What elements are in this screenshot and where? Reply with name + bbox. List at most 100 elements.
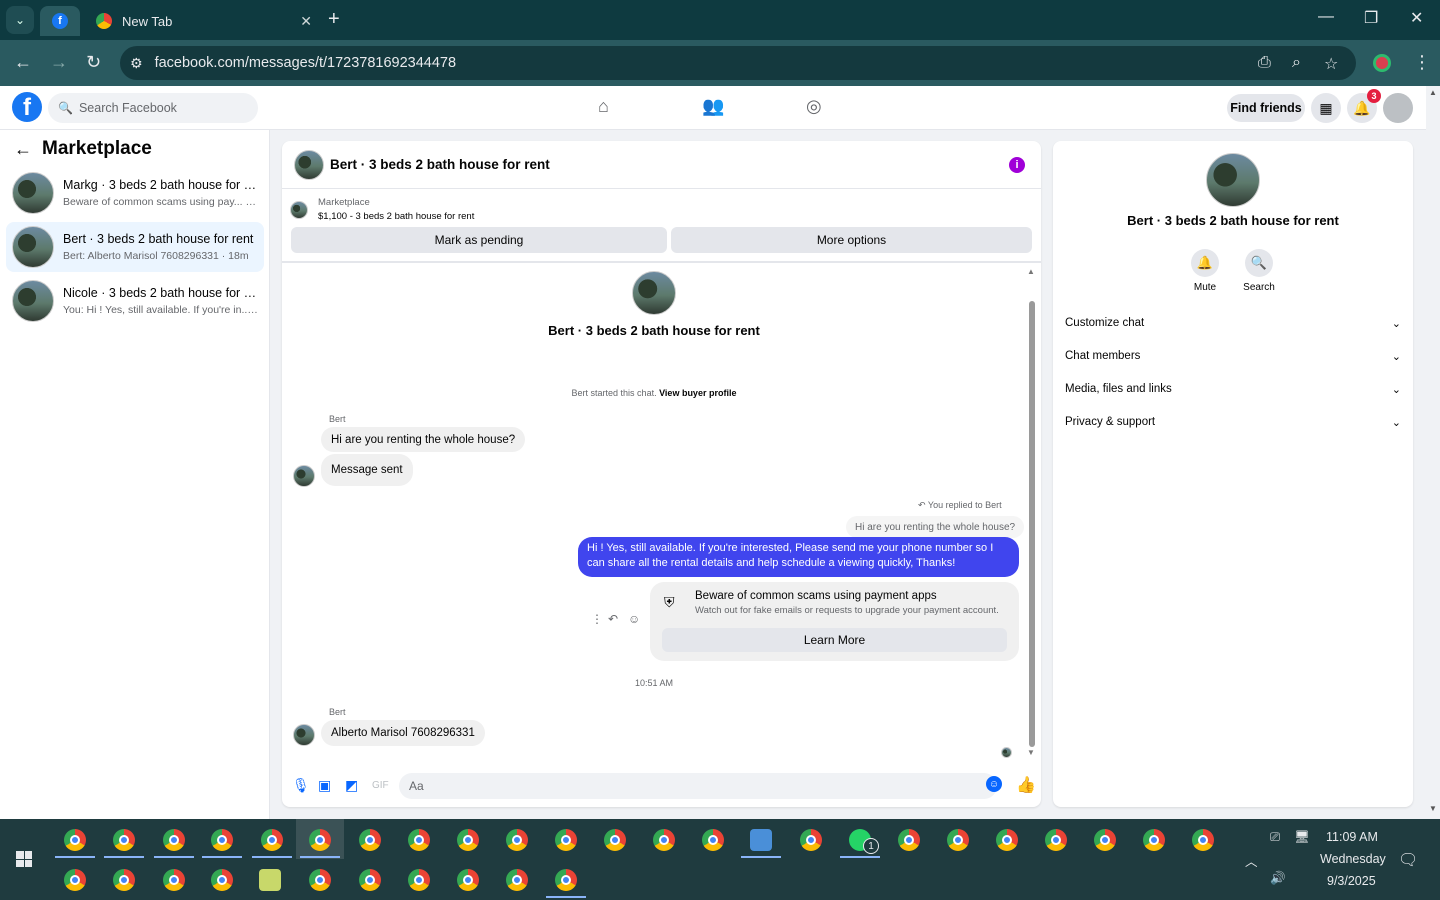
chrome-icon[interactable] <box>457 829 479 851</box>
clock-date[interactable]: 9/3/2025 <box>1327 874 1376 888</box>
chrome-icon[interactable] <box>506 829 528 851</box>
chrome-icon[interactable] <box>653 829 675 851</box>
chrome-icon[interactable] <box>211 869 233 891</box>
chrome-icon[interactable] <box>113 829 135 851</box>
keyboard-app-icon[interactable] <box>750 829 772 851</box>
account-avatar[interactable] <box>1383 93 1413 123</box>
chrome-icon[interactable] <box>1192 829 1214 851</box>
info-icon[interactable]: i <box>1009 157 1025 173</box>
chrome-icon[interactable] <box>309 829 331 851</box>
sticker-icon[interactable]: ◩ <box>345 777 358 794</box>
gif-icon[interactable]: GIF <box>372 780 389 791</box>
chrome-icon[interactable] <box>113 869 135 891</box>
chat-scrollbar[interactable]: ▲ ▼ <box>1027 265 1037 759</box>
customize-chat-row[interactable]: Customize chat ⌄ <box>1065 313 1401 333</box>
react-emoji-icon[interactable]: ☺ <box>628 612 640 626</box>
tray-overflow-icon[interactable]: ︿ <box>1245 851 1258 870</box>
omnibox[interactable]: ⚙ facebook.com/messages/t/17237816923444… <box>120 46 1356 80</box>
scroll-up-icon[interactable]: ▲ <box>1429 88 1437 97</box>
chat-avatar[interactable] <box>294 149 324 180</box>
message-input[interactable]: Aa <box>399 773 997 799</box>
tab-search-button[interactable]: ⌄ <box>6 6 34 34</box>
more-options-button[interactable]: More options <box>671 227 1032 253</box>
minimize-icon[interactable]: — <box>1318 8 1334 26</box>
zoom-icon[interactable]: ⌕ <box>1292 54 1301 72</box>
quoted-message[interactable]: Hi are you renting the whole house? <box>846 516 1025 538</box>
tab-new-tab[interactable]: New Tab ✕ <box>84 6 322 36</box>
chrome-icon[interactable] <box>211 829 233 851</box>
chrome-icon[interactable] <box>163 869 185 891</box>
outgoing-message[interactable]: Hi ! Yes, still available. If you're int… <box>578 537 1019 577</box>
chrome-icon[interactable] <box>506 869 528 891</box>
back-arrow-icon[interactable]: ← <box>14 139 32 160</box>
conversation-item[interactable]: Bert · 3 beds 2 bath house for rent Bert… <box>6 222 264 272</box>
facebook-search-input[interactable]: 🔍 Search Facebook <box>48 93 258 123</box>
chrome-icon[interactable] <box>359 869 381 891</box>
clock-time[interactable]: 11:09 AM <box>1326 830 1378 844</box>
facebook-logo-icon[interactable]: f <box>12 92 42 122</box>
profile-icon[interactable] <box>1373 54 1391 72</box>
scroll-down-icon[interactable]: ▼ <box>1027 748 1035 757</box>
forward-icon[interactable]: → <box>50 52 68 73</box>
clock-day[interactable]: Wednesday <box>1320 852 1386 866</box>
notification-center-icon[interactable]: 🗨 <box>1398 850 1418 870</box>
bookmark-star-icon[interactable]: ☆ <box>1324 54 1338 74</box>
search-conversation-button[interactable]: 🔍 Search <box>1239 249 1279 293</box>
network-icon[interactable]: 🖥 <box>1294 830 1310 845</box>
listing-summary[interactable]: Marketplace $1,100 - 3 beds 2 bath house… <box>290 197 474 222</box>
menu-grid-icon[interactable]: ▦ <box>1311 93 1341 123</box>
install-app-icon[interactable]: ⎙ <box>1258 54 1271 72</box>
page-scrollbar[interactable]: ▲ ▼ <box>1426 86 1440 819</box>
chrome-icon[interactable] <box>408 829 430 851</box>
chrome-icon[interactable] <box>555 869 577 891</box>
groups-icon[interactable]: ◎ <box>806 96 822 117</box>
view-buyer-profile-link[interactable]: View buyer profile <box>659 388 736 398</box>
close-icon[interactable]: ✕ <box>300 13 312 30</box>
chrome-icon[interactable] <box>261 829 283 851</box>
chrome-icon[interactable] <box>947 829 969 851</box>
reload-icon[interactable]: ↻ <box>86 52 101 73</box>
chrome-icon[interactable] <box>457 869 479 891</box>
chrome-icon[interactable] <box>702 829 724 851</box>
scroll-thumb[interactable] <box>1029 301 1035 747</box>
reply-icon[interactable]: ↶ <box>608 612 618 626</box>
learn-more-button[interactable]: Learn More <box>662 628 1007 652</box>
home-icon[interactable]: ⌂ <box>598 96 609 117</box>
chrome-icon[interactable] <box>64 869 86 891</box>
restore-icon[interactable]: ❐ <box>1364 8 1378 28</box>
windows-start-icon[interactable] <box>16 851 32 867</box>
thumbs-up-icon[interactable]: 👍 <box>1016 775 1036 795</box>
site-settings-icon[interactable]: ⚙ <box>130 55 143 72</box>
photo-icon[interactable]: ▣ <box>318 777 331 794</box>
incoming-message[interactable]: Hi are you renting the whole house? <box>321 427 526 452</box>
chrome-icon[interactable] <box>163 829 185 851</box>
chrome-icon[interactable] <box>996 829 1018 851</box>
mark-pending-button[interactable]: Mark as pending <box>291 227 667 253</box>
chrome-icon[interactable] <box>604 829 626 851</box>
microphone-icon[interactable]: 🎙 <box>292 777 310 794</box>
tab-facebook[interactable]: f <box>40 6 80 36</box>
scroll-down-icon[interactable]: ▼ <box>1429 804 1437 813</box>
chrome-icon[interactable] <box>800 829 822 851</box>
sender-avatar[interactable] <box>293 724 315 746</box>
chat-title[interactable]: Bert · 3 beds 2 bath house for rent <box>330 157 550 172</box>
chrome-icon[interactable] <box>555 829 577 851</box>
window-close-icon[interactable]: ✕ <box>1410 8 1423 28</box>
chrome-icon[interactable] <box>1143 829 1165 851</box>
chrome-icon[interactable] <box>898 829 920 851</box>
spreadsheet-app-icon[interactable] <box>259 869 281 891</box>
back-icon[interactable]: ← <box>14 52 32 73</box>
sender-avatar[interactable] <box>293 465 315 487</box>
privacy-support-row[interactable]: Privacy & support ⌄ <box>1065 412 1401 432</box>
chat-members-row[interactable]: Chat members ⌄ <box>1065 346 1401 366</box>
chrome-icon[interactable] <box>1045 829 1067 851</box>
scroll-up-icon[interactable]: ▲ <box>1027 267 1035 276</box>
emoji-icon[interactable]: ☺ <box>986 776 1002 792</box>
chrome-icon[interactable] <box>359 829 381 851</box>
friends-icon[interactable]: 👥 <box>702 96 724 117</box>
browser-menu-icon[interactable]: ⋮ <box>1413 52 1431 73</box>
mute-button[interactable]: 🔔 Mute <box>1185 249 1225 293</box>
conversation-item[interactable]: Markg · 3 beds 2 bath house for re... Be… <box>6 168 264 218</box>
find-friends-button[interactable]: Find friends <box>1227 94 1305 122</box>
incoming-message[interactable]: Alberto Marisol 7608296331 <box>321 720 485 746</box>
